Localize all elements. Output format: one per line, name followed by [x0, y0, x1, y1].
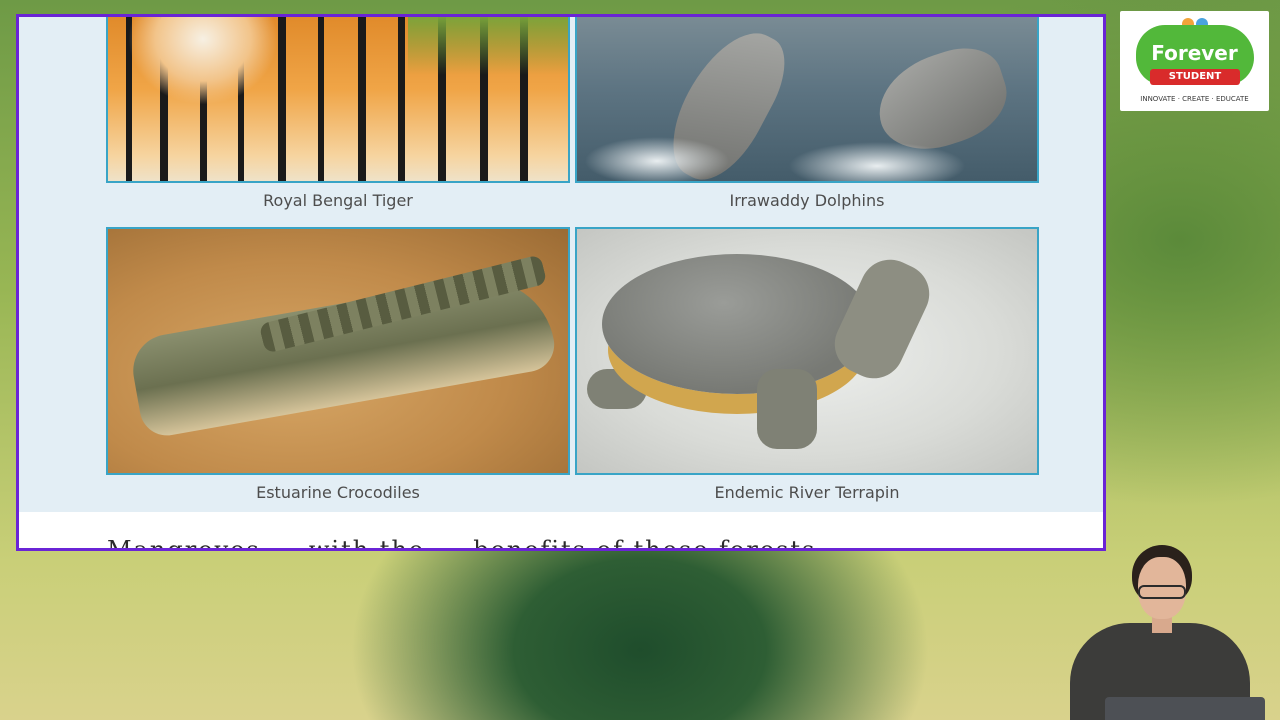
- logo-tagline: INNOVATE · CREATE · EDUCATE: [1140, 95, 1249, 103]
- water-splash: [577, 121, 1037, 181]
- tiger-photo: [106, 17, 570, 183]
- caption-tiger: Royal Bengal Tiger: [263, 191, 413, 210]
- cut-off-paragraph: Mangroves ... with the ... benefits of t…: [107, 536, 817, 551]
- terrapin-shell: [602, 254, 872, 394]
- caption-crocodiles: Estuarine Crocodiles: [256, 483, 420, 502]
- panel-estuarine-crocodiles: Estuarine Crocodiles: [106, 227, 570, 505]
- caption-terrapin: Endemic River Terrapin: [714, 483, 900, 502]
- slide-frame: Royal Bengal Tiger Irrawaddy Dolphins Es…: [16, 14, 1106, 551]
- crocodile-photo: [106, 227, 570, 475]
- terrapin-photo: [575, 227, 1039, 475]
- presenter-video: [1050, 535, 1270, 720]
- panel-irrawaddy-dolphins: Irrawaddy Dolphins: [575, 17, 1039, 213]
- glasses-icon: [1138, 585, 1186, 599]
- terrapin-leg: [587, 369, 647, 409]
- panel-royal-bengal-tiger: Royal Bengal Tiger: [106, 17, 570, 213]
- panel-river-terrapin: Endemic River Terrapin: [575, 227, 1039, 505]
- logo-ribbon: STUDENT: [1150, 69, 1240, 85]
- dolphins-photo: [575, 17, 1039, 183]
- photo-grid: Royal Bengal Tiger Irrawaddy Dolphins Es…: [19, 17, 1103, 512]
- grass-background: [408, 17, 568, 75]
- next-slide-text-band: Mangroves ... with the ... benefits of t…: [19, 512, 1103, 551]
- forever-student-logo: Forever STUDENT INNOVATE · CREATE · EDUC…: [1120, 11, 1269, 111]
- logo-word: Forever: [1151, 41, 1238, 65]
- laptop: [1105, 697, 1265, 720]
- terrapin-leg: [757, 369, 817, 449]
- caption-dolphins: Irrawaddy Dolphins: [729, 191, 885, 210]
